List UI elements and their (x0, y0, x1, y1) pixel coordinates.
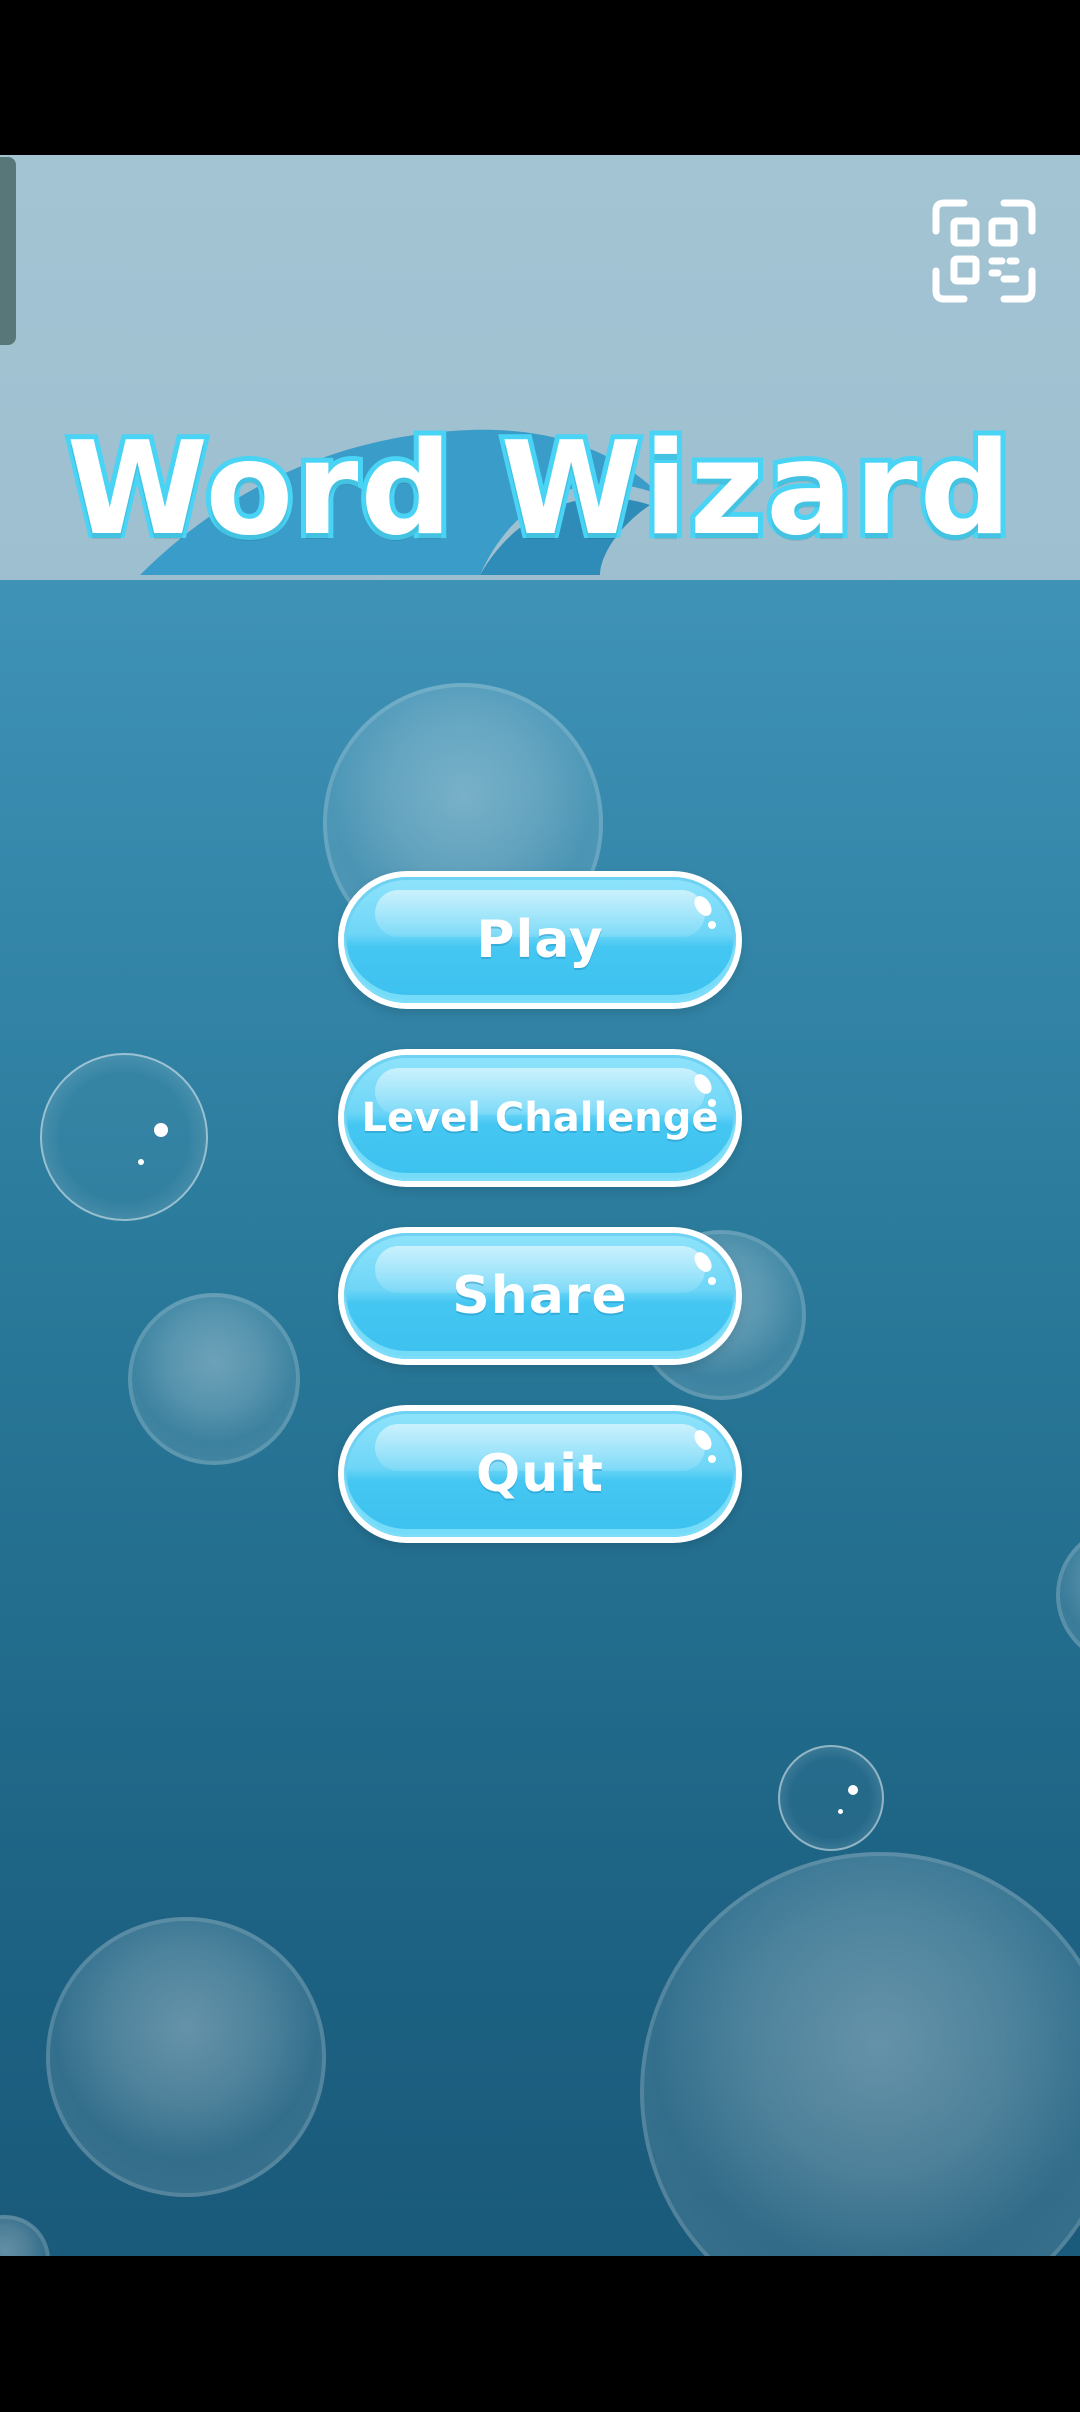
bubble-decoration (40, 1053, 208, 1221)
bubble-decoration (0, 2215, 50, 2256)
bubble-decoration (128, 1293, 300, 1465)
quit-button[interactable]: Quit (338, 1405, 742, 1543)
quit-button-label: Quit (476, 1444, 604, 1504)
game-title: Word Wizard (62, 410, 1017, 569)
bubble-decoration (778, 1745, 884, 1851)
level-challenge-button-label: Level Challenge (361, 1095, 719, 1141)
side-handle[interactable] (0, 157, 16, 345)
bubble-decoration (46, 1917, 326, 2197)
bubble-decoration (640, 1852, 1080, 2256)
status-bar-area (0, 0, 1080, 155)
qr-scan-button[interactable] (930, 197, 1038, 305)
game-screen: Word Wizard Play Level Challenge Share Q… (0, 155, 1080, 2256)
share-button-label: Share (452, 1266, 628, 1326)
level-challenge-button[interactable]: Level Challenge (338, 1049, 742, 1187)
navigation-bar-area (0, 2256, 1080, 2412)
bubble-decoration (1056, 1525, 1080, 1665)
play-button[interactable]: Play (338, 871, 742, 1009)
qr-scan-icon (932, 199, 1036, 303)
share-button[interactable]: Share (338, 1227, 742, 1365)
play-button-label: Play (476, 910, 604, 970)
